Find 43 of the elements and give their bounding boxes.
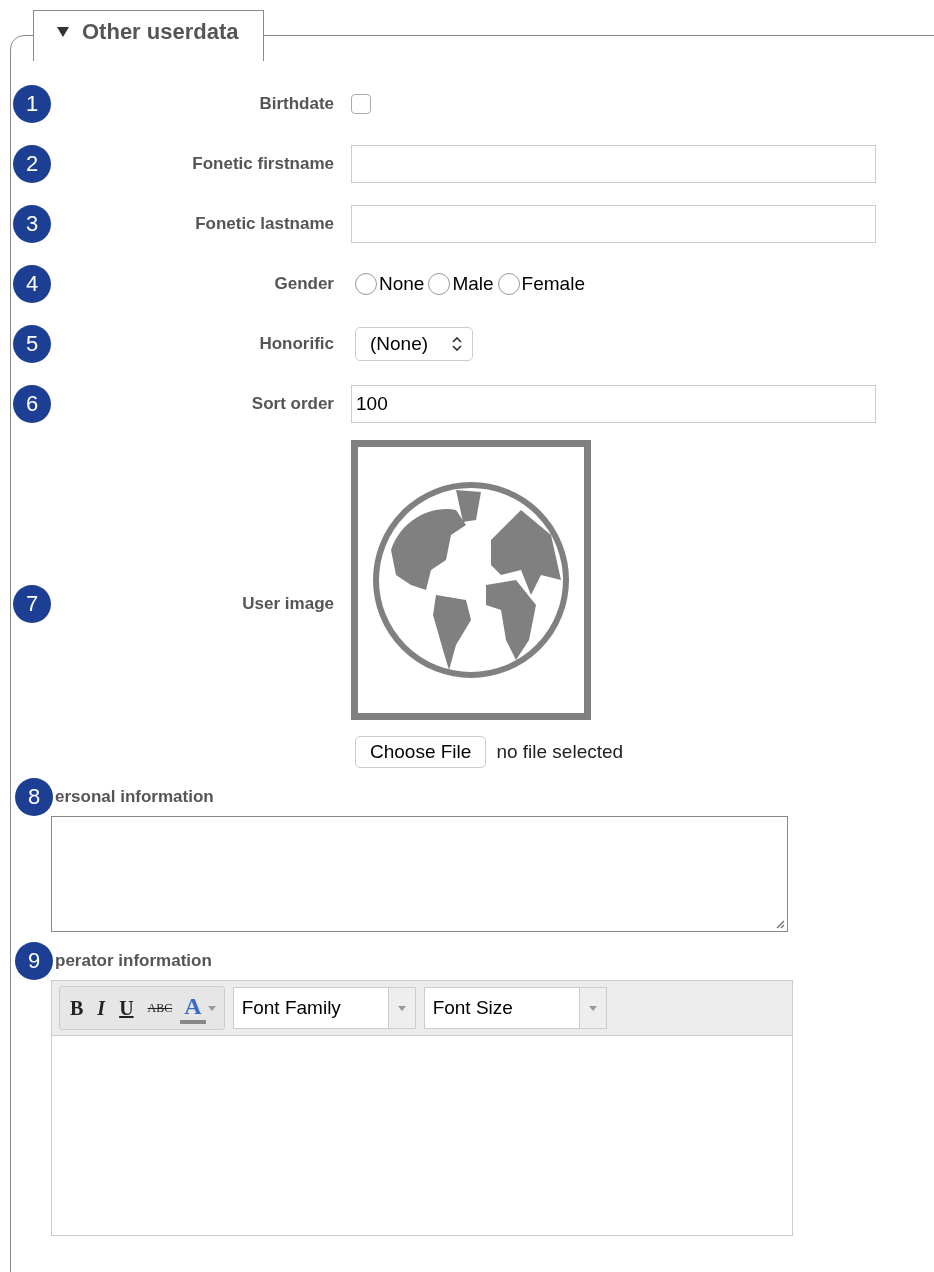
field-label: Birthdate xyxy=(258,94,334,114)
strikethrough-button[interactable]: ABC xyxy=(141,998,179,1018)
field-label: Honorific xyxy=(258,334,334,354)
italic-button[interactable]: I xyxy=(91,994,112,1022)
field-label: User image xyxy=(241,594,334,614)
editor-select[interactable]: Font Family xyxy=(232,987,416,1029)
section-title: Other userdata xyxy=(82,19,239,45)
file-status: no file selected xyxy=(496,741,624,763)
number-badge: 1 xyxy=(13,85,51,123)
field-label: Sort order xyxy=(250,394,334,414)
radio-label: Male xyxy=(452,273,494,295)
section-tab[interactable]: Other userdata xyxy=(33,10,264,61)
field-label: Gender xyxy=(273,274,334,294)
number-badge: 8 xyxy=(15,778,53,816)
text-color-button[interactable]: A xyxy=(180,992,206,1024)
number-badge: 4 xyxy=(13,265,51,303)
radio-label: Female xyxy=(521,273,585,295)
checkbox[interactable] xyxy=(351,94,371,114)
field-label: Fonetic firstname xyxy=(191,154,334,174)
bold-button[interactable]: B xyxy=(64,994,90,1022)
number-badge: 5 xyxy=(13,325,51,363)
caret-down-icon xyxy=(207,1005,216,1011)
number-badge: 2 xyxy=(13,145,51,183)
text-field[interactable] xyxy=(351,145,876,183)
field-label: perator information xyxy=(55,951,212,971)
chevron-updown-icon xyxy=(452,336,463,352)
text-area[interactable] xyxy=(51,816,788,932)
underline-button[interactable]: U xyxy=(113,994,140,1022)
number-badge: 6 xyxy=(13,385,51,423)
caret-down-icon xyxy=(397,1005,406,1011)
number-badge: 3 xyxy=(13,205,51,243)
honorific-select[interactable]: (None) xyxy=(355,327,474,361)
field-label: ersonal information xyxy=(55,787,214,807)
text-field[interactable]: 100 xyxy=(351,385,876,423)
caret-down-icon xyxy=(588,1005,597,1011)
radio-label: None xyxy=(379,273,425,295)
number-badge: 7 xyxy=(13,585,51,623)
resize-grip-icon xyxy=(775,919,785,929)
text-field[interactable] xyxy=(351,205,876,243)
choose-file-button[interactable]: Choose File xyxy=(355,736,487,768)
field-label: Fonetic lastname xyxy=(194,214,334,234)
editor-select[interactable]: Font Size xyxy=(423,987,607,1029)
number-badge: 9 xyxy=(15,942,53,980)
